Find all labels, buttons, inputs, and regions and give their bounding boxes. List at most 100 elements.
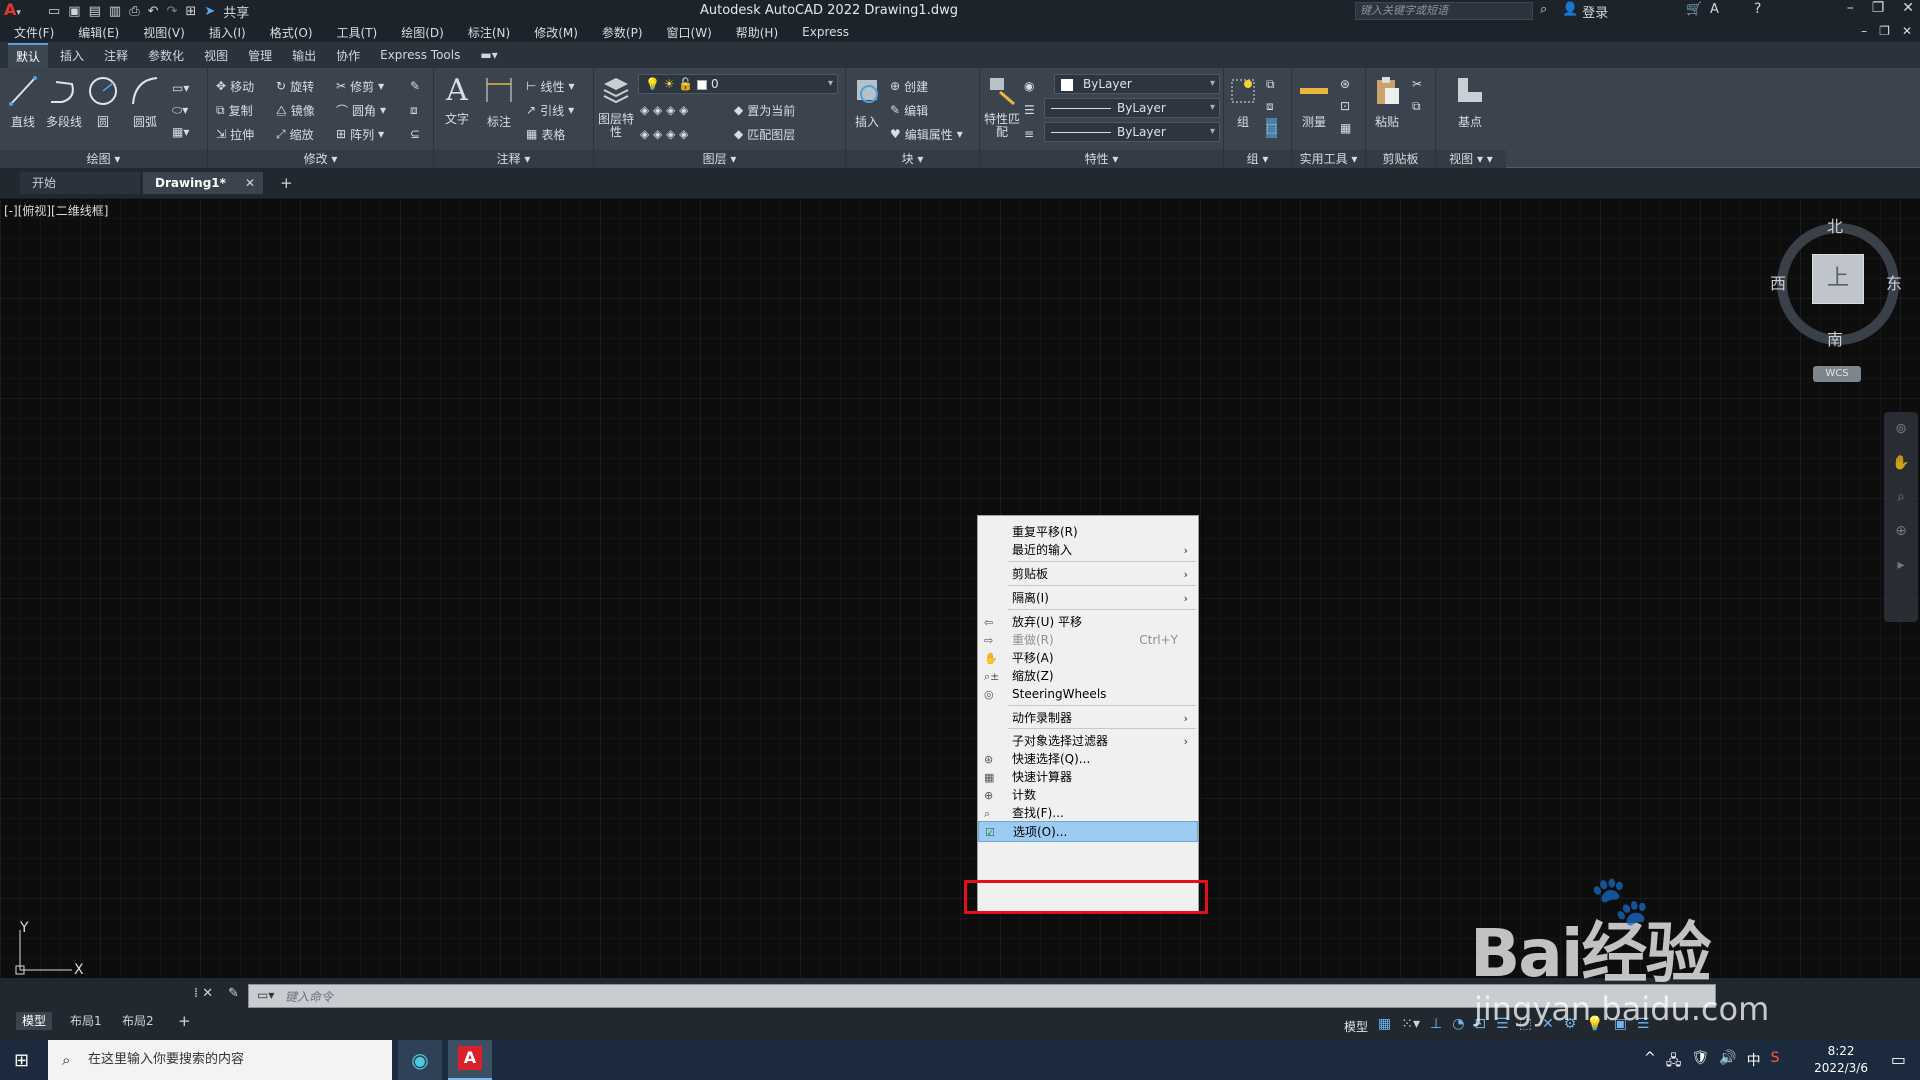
panel-properties-title[interactable]: 特性 ▾ (980, 150, 1223, 168)
linear-dim-button[interactable]: ⊢ 线性 ▾ (526, 76, 575, 96)
close-tab-icon[interactable]: ✕ (245, 172, 255, 194)
edit-block-button[interactable]: ✎ 编辑 (890, 100, 928, 120)
tab-output[interactable]: 输出 (284, 44, 324, 67)
context-menu-item[interactable]: 剪贴板 › (978, 564, 1198, 585)
calculator-small-icon[interactable]: ▦ (1340, 118, 1351, 138)
new-layout-plus-icon[interactable]: + (172, 1012, 197, 1030)
edge-browser-icon[interactable]: ◉ (398, 1040, 442, 1080)
new-file-icon[interactable]: ▭ (48, 4, 60, 19)
search-icon[interactable]: ⌕ (1540, 2, 1547, 17)
autocad-taskbar-icon[interactable]: A (448, 1040, 492, 1080)
viewport-controls-label[interactable]: [-][俯视][二维线框] (4, 202, 108, 219)
menu-view[interactable]: 视图(V) (143, 24, 185, 41)
insert-block-button[interactable]: 插入 (850, 74, 884, 130)
tray-up-arrow-icon[interactable]: ^ (1644, 1050, 1656, 1074)
menu-format[interactable]: 格式(O) (270, 24, 313, 41)
tab-manage[interactable]: 管理 (240, 44, 280, 67)
cmdline-close-icon[interactable]: ⁞ ✕ (194, 986, 213, 1001)
cart-icon[interactable]: 🛒 (1686, 2, 1702, 17)
print-icon[interactable]: ⎙ (129, 4, 139, 19)
menu-draw[interactable]: 绘图(D) (401, 24, 444, 41)
panel-clipboard-title[interactable]: 剪贴板 (1366, 150, 1435, 168)
rectangle-tool-icon[interactable]: ▭▾ (172, 78, 189, 98)
text-tool-button[interactable]: A 文字 (440, 74, 474, 127)
model-space-button[interactable]: 模型 (1344, 1018, 1368, 1035)
save-icon[interactable]: ▤ (89, 4, 101, 19)
doc-minimize-icon[interactable]: – (1861, 24, 1867, 38)
save-as-icon[interactable]: ▥ (109, 4, 121, 19)
copy-clip-icon[interactable]: ⧉ (1412, 96, 1421, 116)
panel-annotation-title[interactable]: 注释 ▾ (434, 150, 593, 168)
layout-tab-model[interactable]: 模型 (16, 1012, 53, 1030)
line-tool-button[interactable]: 直线 (6, 74, 40, 130)
copy-button[interactable]: ⧉ 复制 (216, 100, 253, 120)
help-search-input[interactable]: 键入关键字或短语 (1355, 2, 1533, 20)
group-select-icon[interactable]: ⬚ (1266, 118, 1278, 138)
tab-annotate[interactable]: 注释 (96, 44, 136, 67)
wcs-dropdown[interactable]: WCS (1813, 366, 1861, 382)
match-properties-button[interactable]: 特性匹配 (984, 74, 1020, 139)
hatch-tool-icon[interactable]: ▦▾ (172, 122, 189, 142)
create-block-button[interactable]: ⊕ 创建 (890, 76, 928, 96)
trim-button[interactable]: ✂ 修剪 ▾ (336, 76, 384, 96)
context-menu-item[interactable]: ☑ 选项(O)... (978, 821, 1198, 842)
menu-parametric[interactable]: 参数(P) (602, 24, 643, 41)
taskbar-clock[interactable]: 8:22 2022/3/6 (1814, 1043, 1868, 1077)
stretch-button[interactable]: ⇲ 拉伸 (216, 124, 254, 144)
panel-groups-title[interactable]: 组 ▾ (1224, 150, 1291, 168)
measure-button[interactable]: 测量 (1296, 74, 1332, 130)
set-current-layer-button[interactable]: ◆ 置为当前 (734, 100, 795, 120)
menu-edit[interactable]: 编辑(E) (78, 24, 119, 41)
menu-window[interactable]: 窗口(W) (667, 24, 712, 41)
viewcube-east[interactable]: 东 (1886, 270, 1902, 294)
erase-icon[interactable]: ✎ (410, 76, 420, 96)
layer-tools-row1[interactable]: ◈ ◈ ◈ ◈ (640, 100, 688, 120)
cmdline-customize-icon[interactable]: ✎ (228, 986, 239, 1001)
menu-help[interactable]: 帮助(H) (736, 24, 778, 41)
menu-tools[interactable]: 工具(T) (337, 24, 378, 41)
navigation-bar[interactable]: ⊚ ✋ ⌕ ⊕ ▸ (1884, 412, 1918, 622)
context-menu-item[interactable]: ◎ SteeringWheels (978, 684, 1198, 705)
share-label[interactable]: 共享 (223, 2, 249, 21)
viewcube-north[interactable]: 北 (1827, 213, 1843, 237)
tray-ime-label[interactable]: 中 (1747, 1050, 1761, 1074)
move-button[interactable]: ✥ 移动 (216, 76, 254, 96)
table-button[interactable]: ▦ 表格 (526, 124, 565, 144)
panel-draw-title[interactable]: 绘图 ▾ (0, 150, 207, 168)
panel-view-title[interactable]: 视图 ▾ ▾ (1436, 150, 1506, 168)
quick-select-small-icon[interactable]: ⊛ (1340, 74, 1350, 94)
doc-close-icon[interactable]: ✕ (1902, 24, 1912, 38)
match-layer-button[interactable]: ◆ 匹配图层 (734, 124, 795, 144)
menu-express[interactable]: Express (802, 25, 849, 39)
doc-restore-icon[interactable]: ❐ (1879, 24, 1890, 38)
paste-button[interactable]: 粘贴 (1370, 74, 1404, 130)
context-menu-item[interactable]: 最近的输入 › (978, 540, 1198, 561)
layer-tools-row2[interactable]: ◈ ◈ ◈ ◈ (640, 124, 688, 144)
minimize-window-icon[interactable]: – (1847, 0, 1854, 16)
tray-volume-icon[interactable]: 🔊 (1719, 1050, 1736, 1074)
offset-icon[interactable]: ⊆ (410, 124, 420, 144)
autocad-logo-icon[interactable]: A▾ (4, 0, 26, 22)
help-icon[interactable]: ? (1754, 1, 1761, 17)
tray-network-icon[interactable]: 🖧 (1666, 1050, 1682, 1074)
autodesk-app-icon[interactable]: A (1710, 2, 1719, 17)
drawing-canvas[interactable]: [-][俯视][二维线框] 北 南 东 西 上 WCS ⊚ ✋ ⌕ ⊕ ▸ Y X (0, 198, 1920, 978)
grid-toggle-icon[interactable]: ▦ (1378, 1016, 1391, 1032)
array-button[interactable]: ⊞ 阵列 ▾ (336, 124, 384, 144)
rotate-button[interactable]: ↻ 旋转 (276, 76, 314, 96)
polar-toggle-icon[interactable]: ◔ (1452, 1016, 1464, 1032)
scale-button[interactable]: ⤢ 缩放 (276, 124, 314, 144)
panel-utilities-title[interactable]: 实用工具 ▾ (1292, 150, 1365, 168)
color-wheel-icon[interactable]: ◉ (1024, 76, 1034, 96)
explode-icon[interactable]: ⧈ (410, 100, 418, 120)
taskbar-search-input[interactable]: ⌕ 在这里输入你要搜索的内容 (48, 1040, 392, 1080)
notification-center-icon[interactable]: ▭ (1891, 1050, 1906, 1069)
layer-properties-button[interactable]: 图层特性 (598, 74, 634, 139)
context-menu-item[interactable]: 动作录制器 › (978, 708, 1198, 729)
ribbon-display-toggle-icon[interactable]: ▬▾ (472, 45, 505, 65)
layout-tab-layout2[interactable]: 布局2 (116, 1012, 160, 1030)
layout-tab-layout1[interactable]: 布局1 (64, 1012, 108, 1030)
share-icon[interactable]: ➤ (204, 4, 215, 19)
circle-tool-button[interactable]: 圆 (86, 74, 120, 130)
tab-express-tools[interactable]: Express Tools (372, 45, 468, 65)
